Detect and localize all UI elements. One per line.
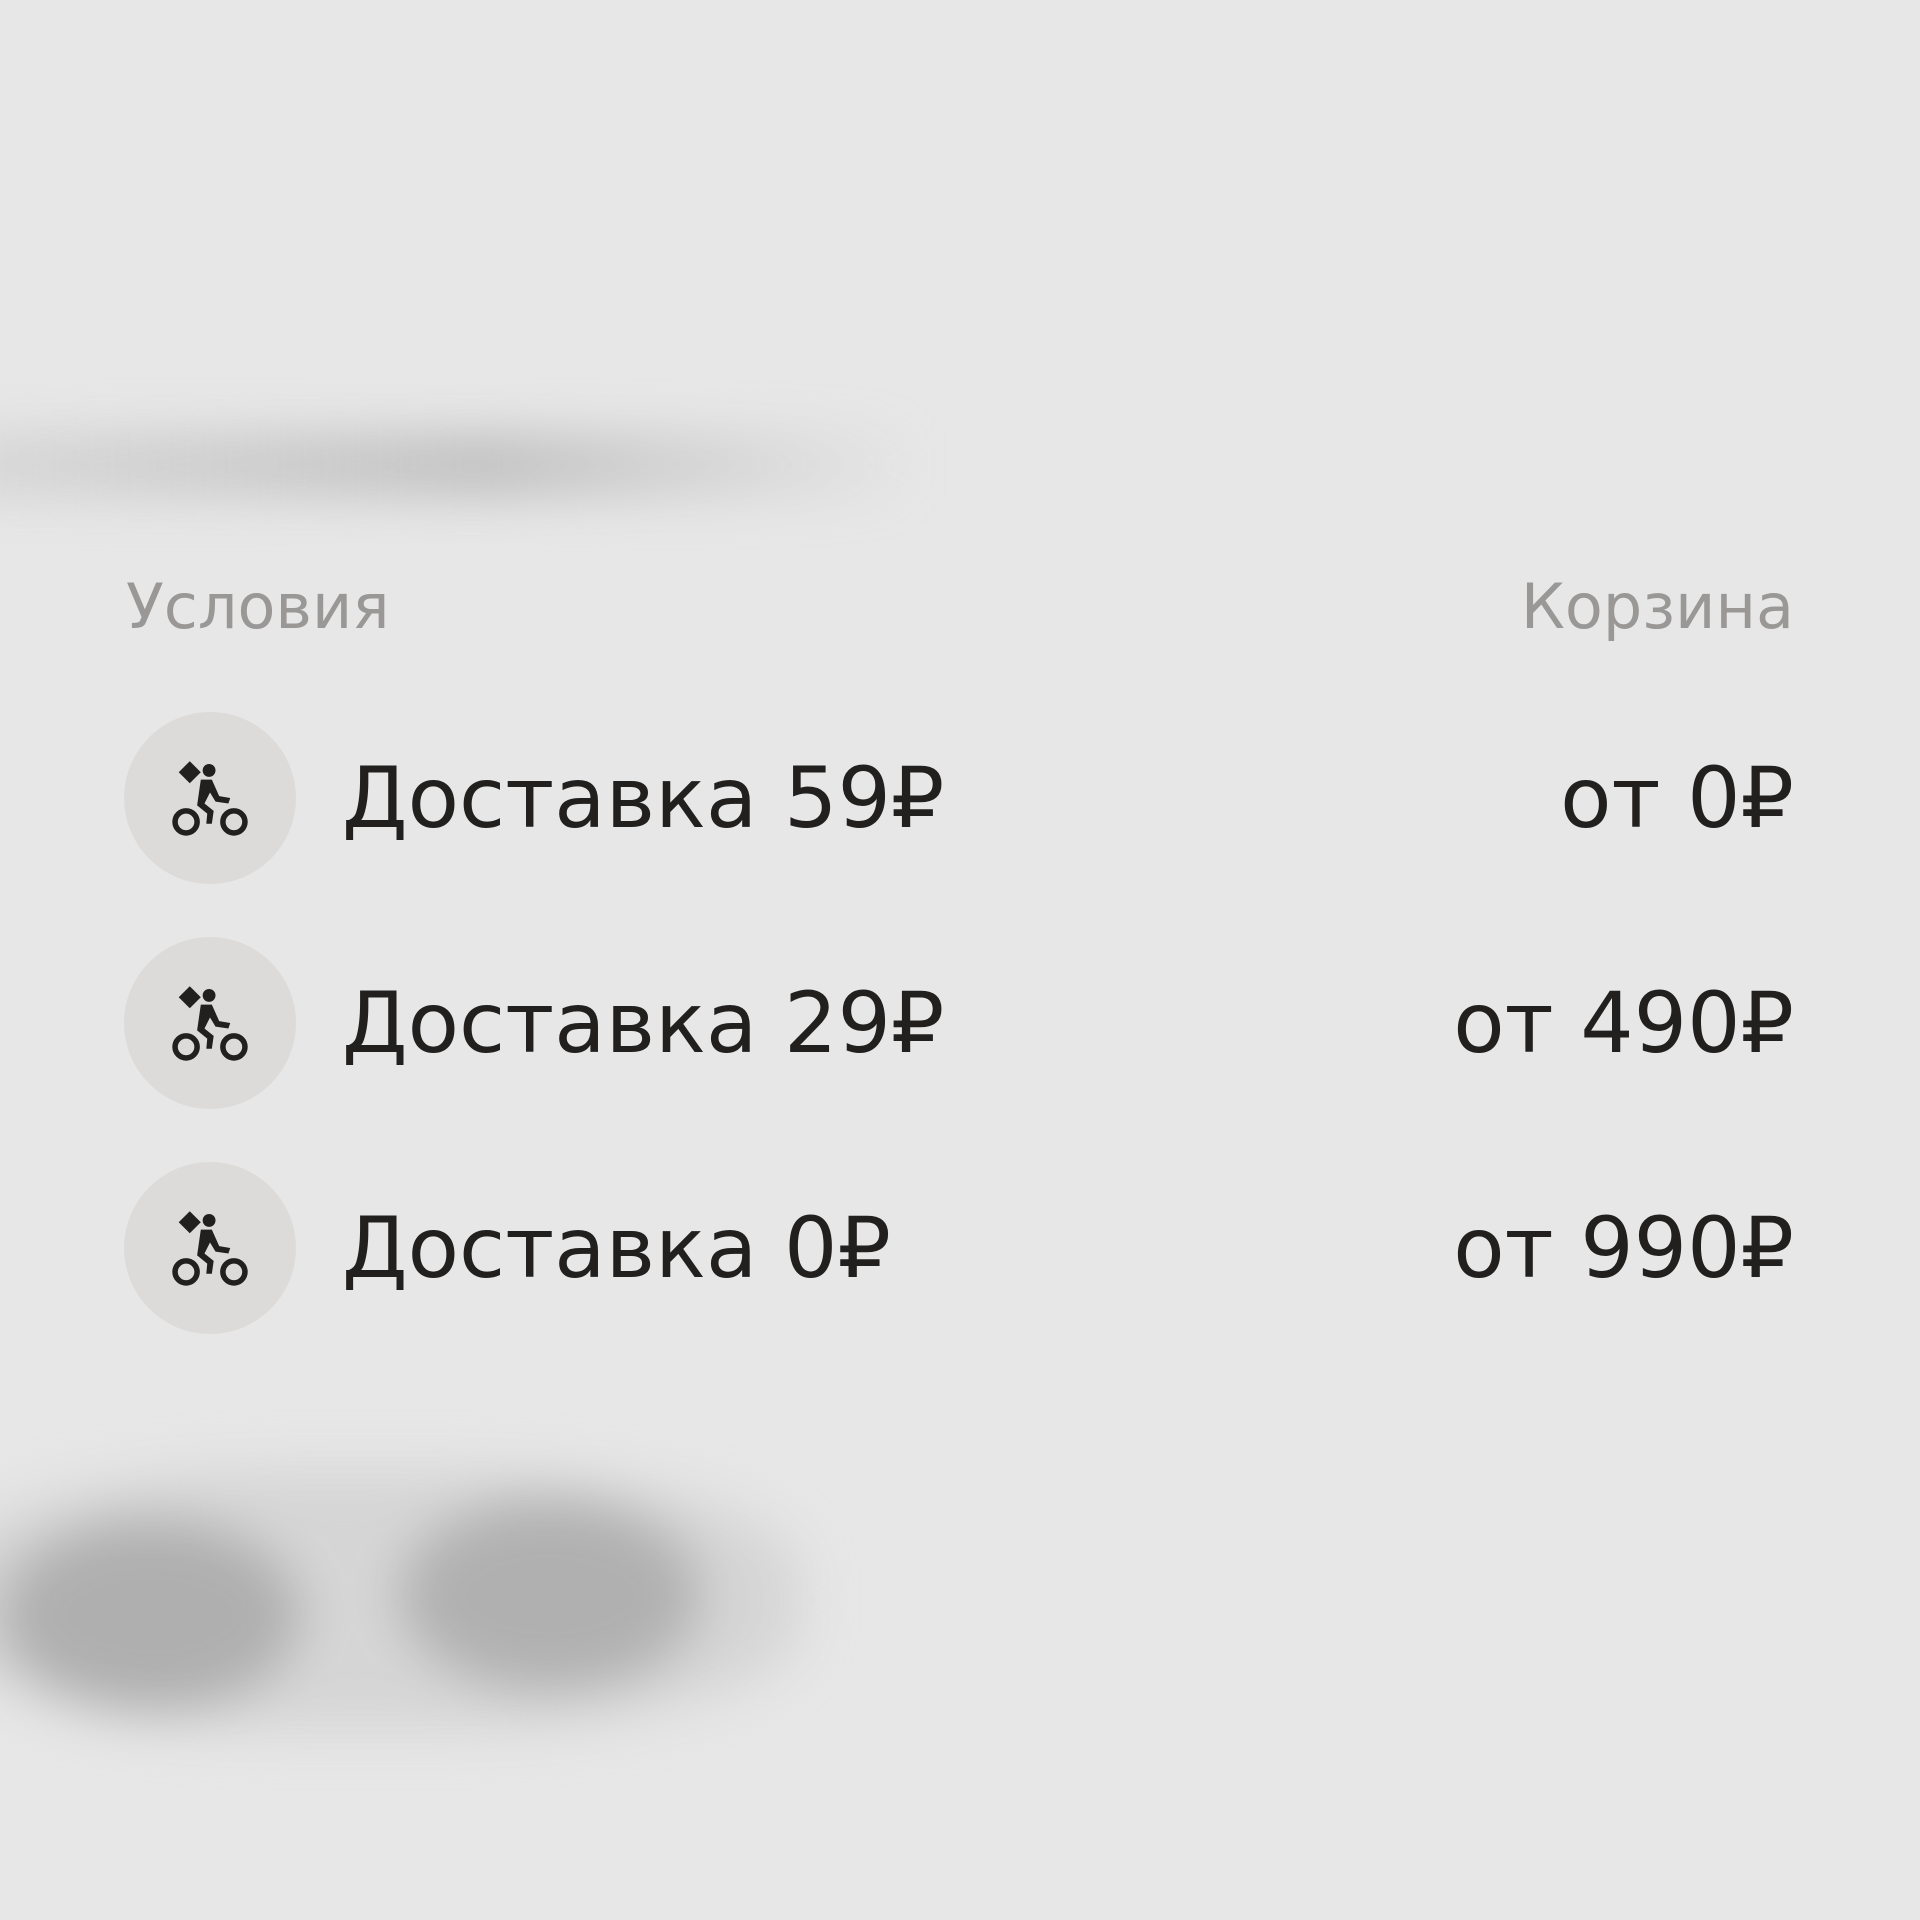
cart-column-title: Корзина bbox=[1520, 569, 1794, 643]
delivery-condition-row: Доставка 0₽ от 990₽ bbox=[124, 1162, 1794, 1334]
cart-threshold-value: от 990₽ bbox=[1453, 1199, 1794, 1297]
delivery-price-label: Доставка 59₽ bbox=[342, 749, 945, 847]
cart-threshold-value: от 490₽ bbox=[1453, 974, 1794, 1072]
delivery-price-label: Доставка 29₽ bbox=[342, 974, 945, 1072]
cart-threshold-value: от 0₽ bbox=[1560, 749, 1794, 847]
blurred-content-top bbox=[0, 430, 920, 500]
courier-bike-icon bbox=[124, 712, 296, 884]
conditions-column-title: Условия bbox=[126, 569, 390, 643]
delivery-conditions-header: Условия Корзина bbox=[126, 566, 1794, 646]
delivery-condition-row: Доставка 59₽ от 0₽ bbox=[124, 712, 1794, 884]
delivery-price-label: Доставка 0₽ bbox=[342, 1199, 891, 1297]
courier-bike-icon bbox=[124, 1162, 296, 1334]
delivery-condition-row: Доставка 29₽ от 490₽ bbox=[124, 937, 1794, 1109]
blurred-content-bottom bbox=[0, 1450, 840, 1790]
courier-bike-icon bbox=[124, 937, 296, 1109]
